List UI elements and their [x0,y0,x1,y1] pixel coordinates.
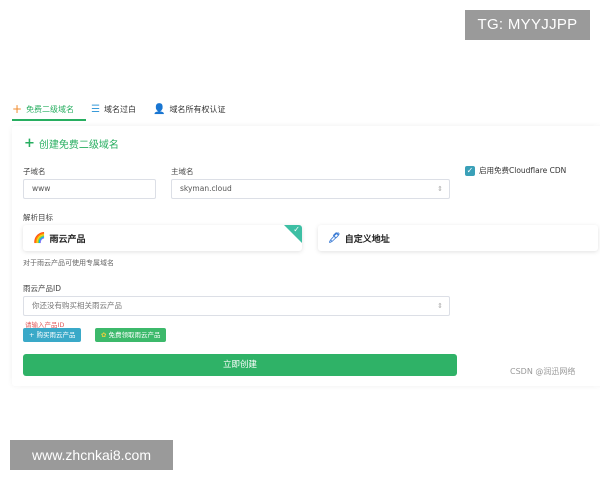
option-custom-label: 自定义地址 [344,234,390,245]
create-button[interactable]: 立即创建 [23,354,457,376]
cdn-checkbox-row[interactable]: ✓ 启用免费Cloudflare CDN [465,165,566,176]
main-domain-value: skyman.cloud [180,184,232,193]
product-id-placeholder: 你还没有购买相关雨云产品 [32,301,122,310]
main-domain-select[interactable]: skyman.cloud ⇕ [171,179,450,199]
csdn-watermark: CSDN @润迅网络 [510,367,576,376]
tab-free-subdomain[interactable]: + 免费二级域名 [12,100,74,118]
product-id-label: 雨云产品ID [23,284,61,293]
target-hint: 对于雨云产品可使用专属域名 [23,259,114,267]
check-icon: ✓ [293,225,300,234]
chevron-updown-icon: ⇕ [437,185,443,193]
user-icon: 👤 [153,103,166,115]
feather-icon: 🖊 [328,232,341,244]
gift-icon: ✿ [101,331,107,339]
list-icon: ☰ [91,103,101,115]
subdomain-label: 子域名 [23,167,46,176]
tab-label: 域名过白 [104,104,137,114]
chevron-updown-icon: ⇕ [437,302,443,310]
active-tab-indicator [12,119,86,121]
rainbow-icon: 🌈 [33,232,46,244]
free-product-button[interactable]: ✿ 免费领取雨云产品 [95,328,167,342]
plus-icon: + [24,136,35,151]
buy-product-button[interactable]: + 购买雨云产品 [23,328,82,342]
option-custom-address[interactable]: 🖊 自定义地址 [318,225,598,251]
form-title-text: 创建免费二级域名 [38,140,119,151]
form-title: + 创建免费二级域名 [24,136,119,151]
telegram-badge: TG: MYYJJPP [465,10,590,40]
buy-button-label: 购买雨云产品 [36,331,76,339]
main-domain-label: 主域名 [171,167,194,176]
product-id-select[interactable]: 你还没有购买相关雨云产品 ⇕ [23,296,450,316]
tab-bar: + 免费二级域名 ☰ 域名过白 👤 域名所有权认证 [12,100,242,118]
tab-label: 域名所有权认证 [169,104,226,114]
option-rain-label: 雨云产品 [49,234,86,245]
subdomain-input[interactable]: www [23,179,156,199]
plus-icon: + [12,102,23,116]
plus-icon: + [29,331,35,339]
subdomain-value: www [32,184,51,193]
cdn-label: 启用免费Cloudflare CDN [479,166,567,175]
tab-domain-whitelist[interactable]: ☰ 域名过白 [91,100,136,118]
checkbox-checked-icon[interactable]: ✓ [465,165,475,176]
tab-label: 免费二级域名 [26,104,75,114]
tab-domain-ownership[interactable]: 👤 域名所有权认证 [153,100,225,118]
option-rain-product[interactable]: 🌈 雨云产品 ✓ [23,225,302,251]
site-badge: www.zhcnkai8.com [10,440,173,470]
free-button-label: 免费领取雨云产品 [108,331,161,339]
target-label: 解析目标 [23,213,53,222]
